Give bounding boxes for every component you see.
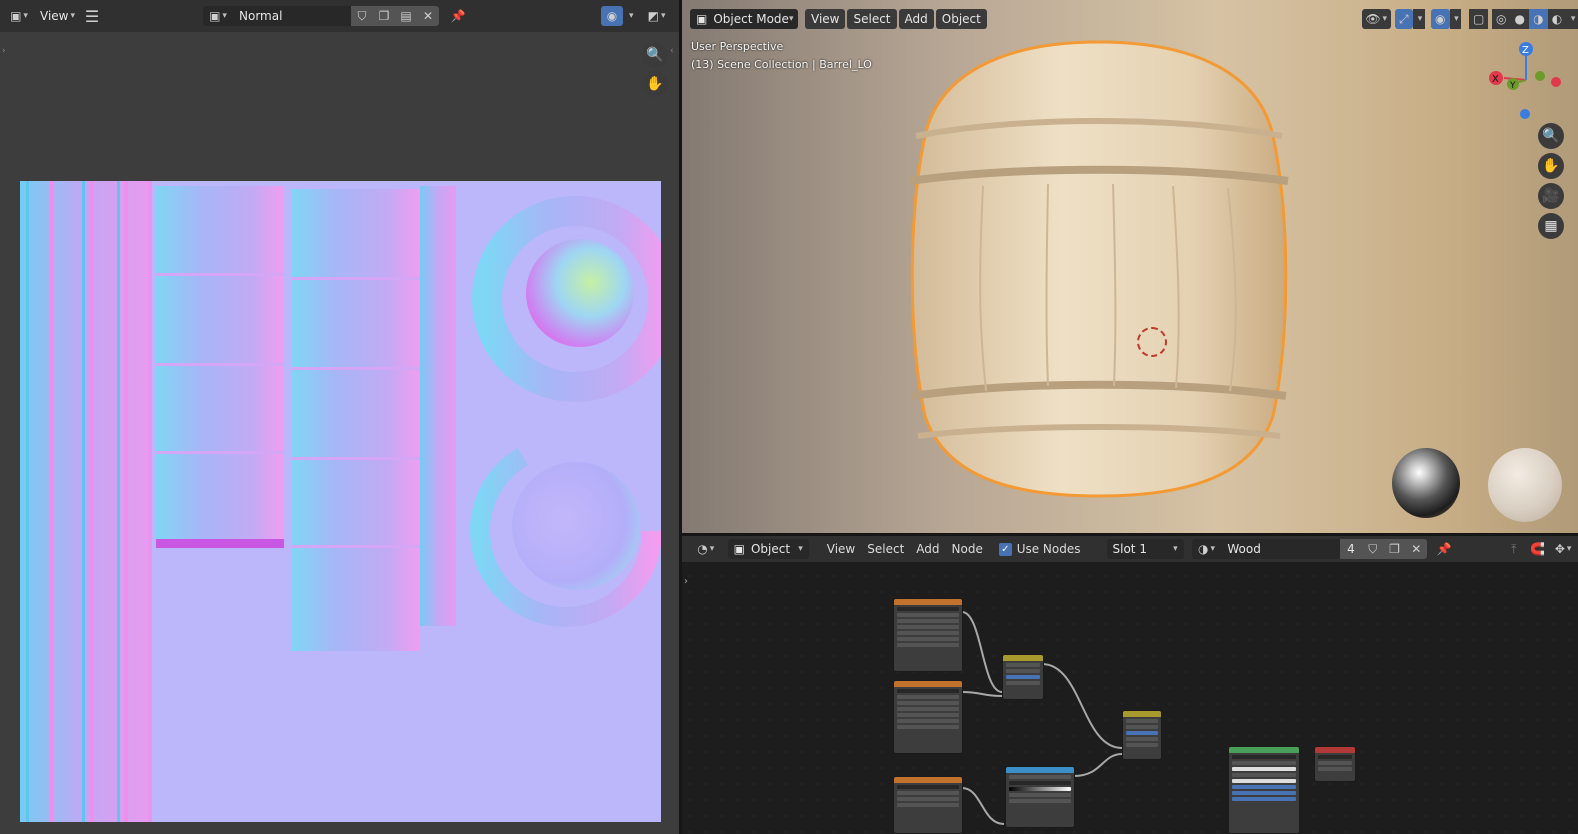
pan-hand-icon[interactable]: ✋ — [1538, 153, 1564, 179]
principled-bsdf-node[interactable] — [1228, 746, 1300, 834]
viewport-info-collection: (13) Scene Collection | Barrel_LO — [691, 58, 872, 71]
rendered-shading-icon[interactable]: ◐ — [1547, 9, 1567, 29]
grid-icon[interactable]: ▦ — [1538, 213, 1564, 239]
screen-mix-node[interactable] — [1002, 654, 1044, 700]
3d-cursor-icon[interactable] — [1137, 327, 1167, 357]
image-browse-icon[interactable]: ▣ ▾ — [203, 6, 234, 26]
shading-dropdown[interactable]: ▾ — [1566, 9, 1578, 29]
color-ramp-node[interactable] — [1005, 766, 1075, 828]
image-editor-header: ▣ ▾ View ▾ ☰ ▣ ▾ Normal ⛉ ❐ ▤ ✕ 📌 ◉ ▾ ◩ ▾ — [0, 0, 679, 32]
wireframe-shading-icon[interactable]: ◎ — [1491, 9, 1511, 29]
region-collapse-arrow[interactable]: ‹ — [670, 46, 674, 56]
gizmo-z-label: Z — [1522, 45, 1529, 56]
pin-icon[interactable]: 📌 — [447, 6, 469, 26]
viewport-info-perspective: User Perspective — [691, 40, 784, 53]
hamburger-menu-icon[interactable]: ☰ — [81, 6, 103, 26]
material-shading-icon[interactable]: ◑ — [1529, 9, 1548, 29]
fake-user-shield-icon[interactable]: ⛉ — [351, 6, 374, 26]
svg-text:X: X — [1492, 74, 1499, 85]
3d-viewport[interactable]: ▣ Object Mode ▾ View Select Add Object 👁 ▾ … — [682, 0, 1578, 533]
solid-shading-icon[interactable]: ● — [1510, 9, 1530, 29]
object-mode-dropdown[interactable]: ▣ Object Mode ▾ — [690, 9, 798, 29]
new-image-icon[interactable]: ❐ — [373, 6, 396, 26]
pan-hand-icon[interactable]: ✋ — [642, 71, 668, 97]
node-links — [961, 611, 1123, 825]
viewport-menu-object[interactable]: Object — [935, 9, 987, 29]
object-mode-icon: ▣ — [696, 12, 708, 26]
xray-icon[interactable]: ▢ — [1469, 9, 1488, 29]
svg-text:Y: Y — [1509, 81, 1516, 91]
display-channels-icon[interactable]: ◩ ▾ — [646, 6, 668, 26]
overlay-dropdown[interactable]: ▾ — [1449, 9, 1462, 29]
image-name-field[interactable]: Normal — [233, 6, 352, 26]
zoom-icon[interactable]: 🔍 — [1538, 123, 1564, 149]
multiply-mix-node[interactable] — [1122, 710, 1162, 760]
gizmo-icon[interactable]: ⤢ — [1394, 9, 1414, 29]
zoom-icon[interactable]: 🔍 — [642, 42, 668, 68]
viewport-header: ▣ Object Mode ▾ View Select Add Object 👁 ▾ … — [682, 0, 1578, 38]
material-output-node[interactable] — [1314, 746, 1356, 782]
image-editor: ▣ ▾ View ▾ ☰ ▣ ▾ Normal ⛉ ❐ ▤ ✕ 📌 ◉ ▾ ◩ ▾ › … — [0, 0, 679, 834]
viewport-menu-select[interactable]: Select — [847, 9, 897, 29]
viewport-menu-add[interactable]: Add — [898, 9, 934, 29]
overlay-icon[interactable]: ◉ — [601, 6, 624, 26]
hdri-diffuse-sphere — [1488, 448, 1562, 522]
navigation-gizmo[interactable]: Z X Y — [1482, 38, 1572, 124]
image-texture-node-cavity[interactable] — [893, 680, 963, 754]
close-icon[interactable]: ✕ — [417, 6, 440, 26]
barrel-object[interactable] — [898, 36, 1300, 502]
normal-map-texture[interactable] — [20, 181, 661, 822]
camera-icon[interactable]: 🎥 — [1538, 183, 1564, 209]
gizmo-dropdown[interactable]: ▾ — [1413, 9, 1425, 29]
hdri-chrome-sphere — [1392, 448, 1460, 518]
visibility-icon[interactable]: 👁 ▾ — [1361, 9, 1391, 29]
open-image-icon[interactable]: ▤ — [395, 6, 418, 26]
viewport-menu-view[interactable]: View — [805, 9, 846, 29]
overlay-dropdown[interactable]: ▾ — [629, 11, 634, 21]
image-texture-node-color[interactable] — [893, 598, 963, 672]
overlay-icon[interactable]: ◉ — [1430, 9, 1450, 29]
image-texture-node-ao[interactable] — [893, 776, 963, 834]
view-menu[interactable]: View ▾ — [34, 6, 81, 26]
image-editor-type-icon[interactable]: ▣ ▾ — [8, 6, 30, 26]
sidebar-toggle-arrow[interactable]: › — [2, 46, 6, 56]
node-editor[interactable]: ◔ ▾ ▣ Object ▾ View Select Add Node ✓ Use N… — [682, 536, 1578, 834]
